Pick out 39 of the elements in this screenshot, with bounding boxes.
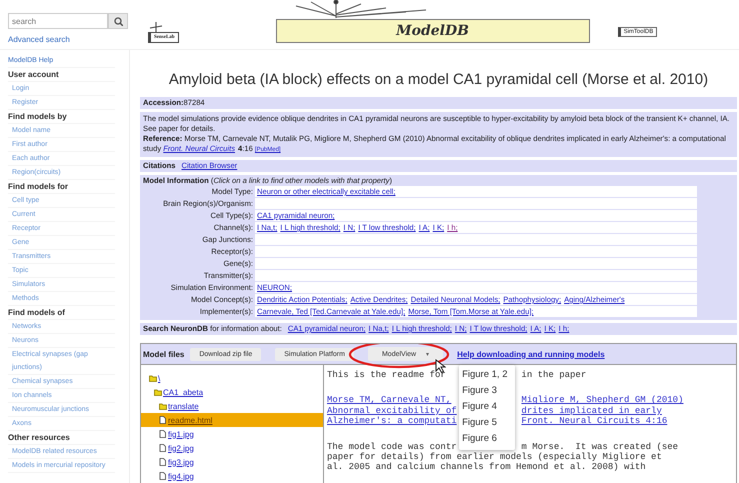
readme-link[interactable]: Migliore M, Shepherd GM (2010) — [521, 395, 684, 406]
tree-row[interactable]: fig3.jpg — [141, 455, 323, 469]
tree-row[interactable]: CA1_abeta — [141, 385, 323, 399]
readme-link[interactable]: Alzheimer's: a computati — [327, 416, 457, 427]
sidebar-heading: Find models for — [8, 180, 115, 194]
modeldb-banner[interactable]: ModelDB — [276, 19, 590, 43]
stick-figure-icon — [148, 22, 164, 32]
readme-text: The model code was contr — [327, 442, 457, 452]
tree-row[interactable]: \ — [141, 371, 323, 385]
sidebar-heading: Find models by — [8, 110, 115, 124]
readme-text: in the paper — [521, 370, 586, 380]
search-field[interactable]: search — [8, 13, 108, 29]
menu-option[interactable]: Figure 4 — [459, 399, 515, 415]
readme-text: al. 2005 and calcium channels from Hemond et al. 2008) with — [327, 462, 646, 473]
tree-row[interactable]: readme.html — [141, 413, 323, 427]
page-title: Amyloid beta (IA block) effects on a model CA1 pyramidal cell (Morse et al. 2010) — [168, 70, 710, 90]
readme-link[interactable]: drites implicated in early — [521, 406, 662, 416]
help-link[interactable]: Help downloading and running models — [457, 350, 605, 358]
model-files-label: Model files — [143, 350, 184, 358]
readme-text: This is the readme for — [327, 370, 446, 380]
sidebar-heading: Find models of — [8, 306, 115, 320]
readme-text: paper for details) from earlier models (especially Migliore et — [327, 452, 662, 462]
tree-row[interactable]: translate — [141, 399, 323, 413]
menu-option[interactable]: Figure 3 — [459, 383, 515, 399]
tree-row[interactable]: fig2.jpg — [141, 441, 323, 455]
readme-link[interactable]: Abnormal excitability of — [327, 406, 457, 416]
tree-row[interactable]: fig1.jpg — [141, 427, 323, 441]
readme-link[interactable]: Morse TM, Carnevale NT, — [327, 395, 452, 406]
search-icon — [114, 16, 122, 26]
search-button[interactable] — [108, 13, 128, 29]
tree-row[interactable]: fig4.jpg — [141, 469, 323, 483]
menu-option[interactable]: Figure 1, 2 — [459, 367, 515, 383]
menu-option[interactable]: Figure 6 — [459, 431, 515, 447]
readme-link[interactable]: Front. Neural Circuits 4:16 — [521, 416, 668, 427]
readme-text: m Morse. It was created (see — [521, 442, 678, 452]
menu-option[interactable]: Figure 5 — [459, 415, 515, 431]
sidebar-heading: User account — [8, 68, 115, 82]
sidebar-heading: Other resources — [8, 431, 115, 445]
advanced-search-link[interactable]: Advanced search — [8, 35, 70, 44]
